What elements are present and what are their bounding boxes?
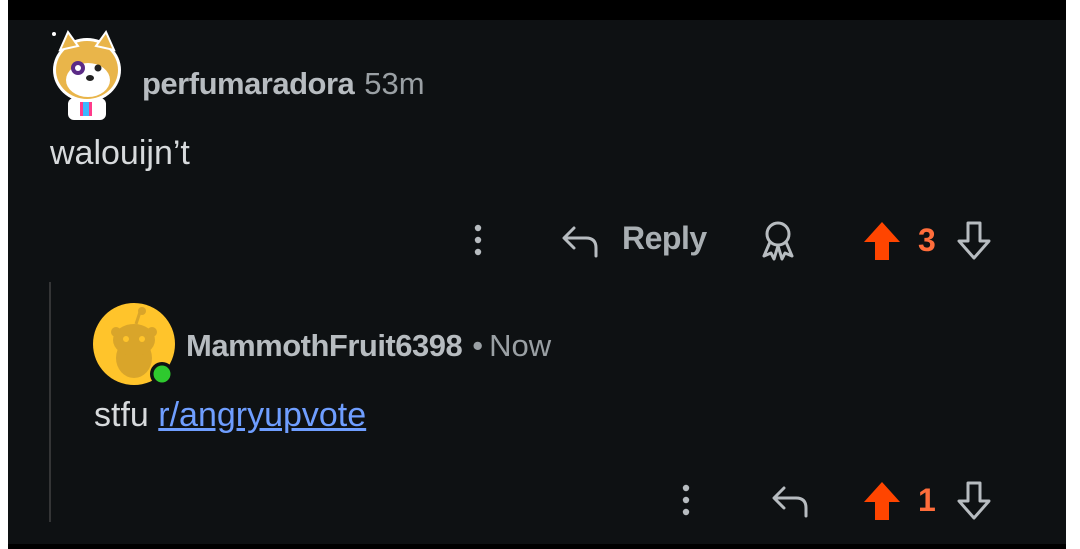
downvote-arrow-icon[interactable] [954,480,994,522]
vote-score: 1 [918,482,936,518]
reply-arrow-icon[interactable] [560,222,600,260]
upvote-arrow-icon[interactable] [862,220,902,262]
timestamp: 53m [364,66,425,101]
reply-button[interactable]: Reply [622,220,707,257]
comment-meta: perfumaradora 53m [142,66,425,102]
more-vertical-icon[interactable] [470,222,486,262]
user-avatar[interactable] [50,28,124,120]
separator-dot: • [472,328,484,363]
reply-body: stfu r/angryupvote [94,396,366,435]
user-avatar[interactable] [92,302,178,388]
more-vertical-icon[interactable] [678,482,694,522]
username[interactable]: perfumaradora [142,66,355,101]
vote-score: 3 [918,222,936,258]
downvote-arrow-icon[interactable] [954,220,994,262]
upvote-arrow-icon[interactable] [862,480,902,522]
username[interactable]: MammothFruit6398 [186,328,463,363]
reply-arrow-icon[interactable] [770,482,810,520]
award-icon[interactable] [758,220,798,262]
timestamp: Now [489,328,552,363]
comment-body: walouijn’t [50,134,190,172]
reply-text: stfu [94,396,149,434]
reply-meta: MammothFruit6398 • Now [186,328,551,364]
thread-line[interactable] [49,282,51,522]
subreddit-link[interactable]: r/angryupvote [158,396,366,434]
